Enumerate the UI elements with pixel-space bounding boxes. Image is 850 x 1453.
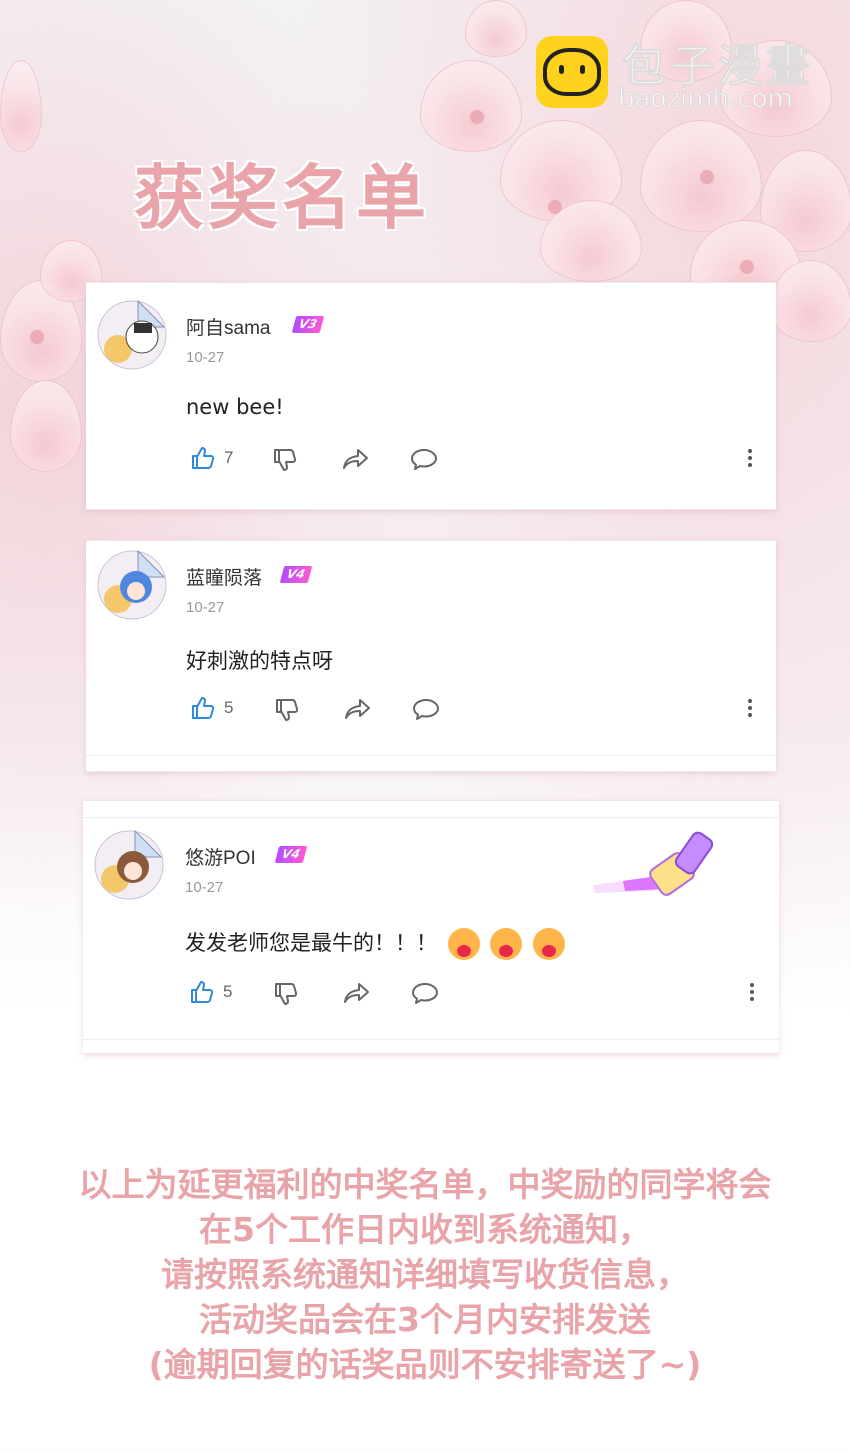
notice-line: (逾期回复的话奖品则不安排寄送了~) [148,1345,702,1384]
notice-line: 在5个工作日内收到系统通知， [199,1210,651,1249]
thumbs-down-icon[interactable] [274,697,300,723]
notice-line: 请按照系统通知详细填写收货信息， [161,1255,689,1294]
baozi-logo-icon [536,36,608,108]
reply-icon[interactable] [410,447,438,471]
prize-notice: 以上为延更福利的中奖名单，中奖励的同学将会 在5个工作日内收到系统通知， 请按照… [0,1162,850,1387]
like-button[interactable]: 5 [189,979,232,1005]
share-icon[interactable] [342,447,370,471]
comment-date: 10-27 [186,599,225,616]
avatar[interactable] [94,547,170,623]
level-badge: V4 [279,566,312,583]
notice-line: 活动奖品会在3个月内安排发送 [199,1300,651,1339]
comment-text-content: 发发老师您是最牛的！！！ [185,931,437,955]
level-badge: V4 [274,846,307,863]
notice-line: 以上为延更福利的中奖名单，中奖励的同学将会 [78,1165,772,1204]
more-options-icon[interactable] [748,699,752,720]
like-count: 5 [223,982,233,1001]
divider [86,755,776,756]
reply-icon[interactable] [412,697,440,721]
reply-icon[interactable] [411,981,439,1005]
comment-text: 好刺激的特点呀 [186,649,333,673]
comment-card-2: 蓝瞳陨落 V4 10-27 好刺激的特点呀 5 [86,540,776,772]
like-button[interactable]: 7 [190,445,233,471]
share-icon[interactable] [343,981,371,1005]
share-icon[interactable] [344,697,372,721]
logo-url: baozimh.com [618,84,794,115]
username[interactable]: 阿自sama [186,313,270,340]
comment-card-1: 阿自sama V3 10-27 new bee! 7 [86,282,776,510]
thumbs-up-icon [192,447,215,469]
thumbs-up-icon [192,697,215,719]
comment-text: new bee! [186,395,284,419]
thumbs-down-icon[interactable] [272,447,298,473]
username[interactable]: 蓝瞳陨落 [186,563,262,590]
hugging-heart-emoji-icon [447,928,480,960]
comment-text: 发发老师您是最牛的！！！ [185,927,566,960]
thumbs-down-icon[interactable] [273,981,299,1007]
like-count: 5 [224,698,234,717]
avatar[interactable] [91,827,167,903]
comment-date: 10-27 [186,349,225,366]
more-options-icon[interactable] [750,983,754,1004]
like-button[interactable]: 5 [190,695,233,721]
more-options-icon[interactable] [748,449,752,470]
avatar[interactable] [94,297,170,373]
page-title: 获奖名单 [134,157,430,239]
divider [83,1039,779,1040]
comment-card-3: 悠游POI V4 10-27 发发老师您是最牛的！！！ 5 [83,800,779,1054]
like-count: 7 [224,448,234,467]
username[interactable]: 悠游POI [185,843,256,870]
hugging-heart-emoji-icon [490,928,523,960]
paintbrush-decoration-icon [593,831,714,896]
thumbs-up-icon [191,981,214,1003]
hugging-heart-emoji-icon [533,928,566,960]
comment-date: 10-27 [185,879,224,896]
divider [83,817,779,818]
level-badge: V3 [291,316,324,333]
